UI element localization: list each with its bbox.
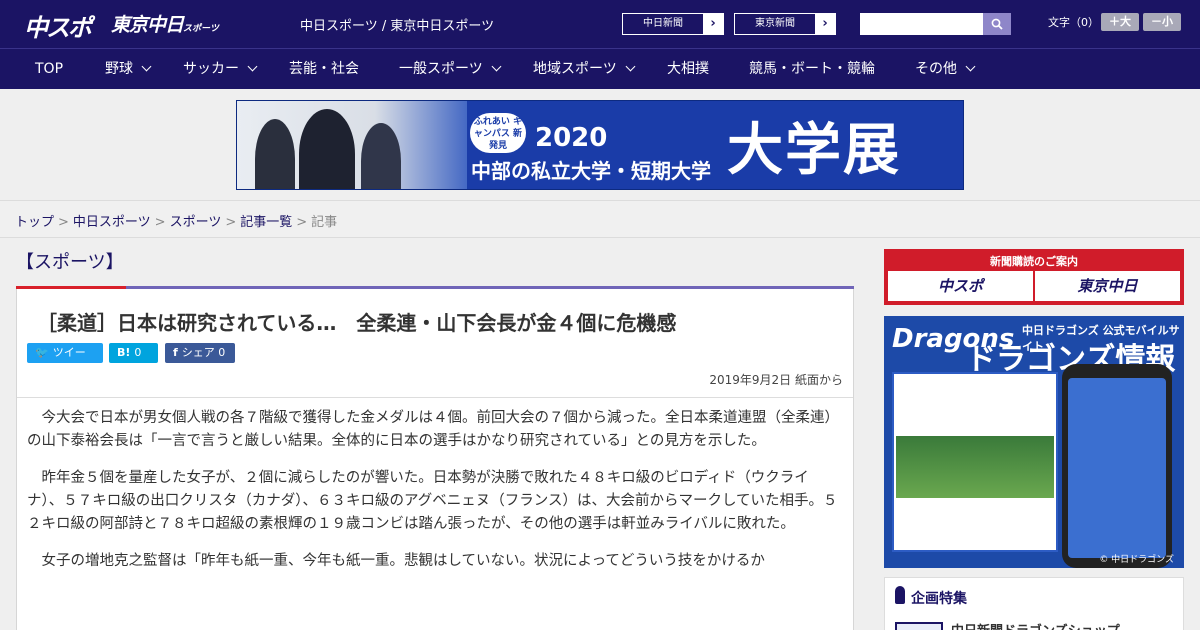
nav-item-sumo[interactable]: 大相撲	[667, 49, 709, 89]
nav-label: 芸能・社会	[289, 61, 359, 77]
nav-item-top[interactable]: TOP	[35, 49, 63, 89]
chevron-down-icon	[141, 61, 152, 72]
breadcrumb-link-top[interactable]: トップ	[15, 215, 54, 230]
banner-person	[255, 119, 295, 189]
tokyo-shimbun-button[interactable]: 東京新聞 ›	[734, 13, 836, 35]
feature-widget: 企画特集 中日新聞ドラゴンズショップ	[884, 577, 1184, 630]
article-dateline: 2019年9月2日 紙面から	[709, 373, 843, 387]
nav-item-baseball[interactable]: 野球	[105, 49, 152, 89]
top-header: 中スポ 東京中日スポーツ 中日スポーツ / 東京中日スポーツ 中日新聞 › 東京…	[0, 0, 1200, 48]
banner-subtitle: 中部の私立大学・短期大学	[471, 159, 711, 183]
nav-label: サッカー	[183, 61, 239, 77]
dragons-info-ad[interactable]: Dragons 中日ドラゴンズ 公式モバイルサイト ドラゴンズ情報 © 中日ドラ…	[884, 316, 1184, 568]
hatena-bookmark-button[interactable]: B! 0	[109, 343, 158, 363]
banner-title: 大学展	[727, 118, 901, 183]
font-larger-button[interactable]: ＋大	[1101, 13, 1139, 31]
breadcrumb-bar: トップ > 中日スポーツ > スポーツ > 記事一覧 > 記事	[0, 200, 1200, 238]
tokyo-logo-text: 東京中日	[111, 14, 184, 36]
subscribe-tokyo-button[interactable]: 東京中日	[1035, 271, 1180, 301]
chevron-down-icon	[625, 61, 636, 72]
chevron-down-icon	[247, 61, 258, 72]
nav-item-racing[interactable]: 競馬・ボート・競輪	[749, 49, 875, 89]
nav-item-entertainment[interactable]: 芸能・社会	[289, 49, 359, 89]
chevron-down-icon	[965, 61, 976, 72]
dragons-copyright: © 中日ドラゴンズ	[1099, 555, 1174, 565]
feature-item-link[interactable]: 中日新聞ドラゴンズショップ	[951, 620, 1120, 630]
nav-label: 地域スポーツ	[533, 61, 617, 77]
article-divider	[17, 397, 853, 398]
banner-photo	[237, 101, 467, 189]
hatena-icon: B!	[117, 346, 131, 359]
nav-item-soccer[interactable]: サッカー	[183, 49, 258, 89]
facebook-label: シェア	[181, 346, 215, 359]
article: ［柔道］日本は研究されている… 全柔連・山下会長が金４個に危機感 🐦 ツイート B…	[16, 289, 854, 630]
search-icon	[991, 18, 1003, 30]
chevron-right-icon: ›	[815, 14, 835, 34]
nav-item-other[interactable]: その他	[915, 49, 976, 89]
breadcrumb-link-sports[interactable]: スポーツ	[170, 215, 222, 230]
subscribe-chuspo-button[interactable]: 中スポ	[888, 271, 1033, 301]
banner-year: 2020	[535, 123, 608, 153]
facebook-count: 0	[218, 346, 226, 359]
article-paragraph: 今大会で日本が男女個人戦の各７階級で獲得した金メダルは４個。前回大会の７個から減…	[27, 410, 839, 449]
nav-item-local-sports[interactable]: 地域スポーツ	[533, 49, 636, 89]
chevron-right-icon: ›	[703, 14, 723, 34]
article-paragraph: 昨年金５個を量産した女子が、２個に減らしたのが響いた。日本勢が決勝で敗れた４８キ…	[27, 470, 838, 532]
nav-label: その他	[915, 61, 957, 77]
breadcrumb-current: 記事	[311, 215, 338, 230]
breadcrumb: トップ > 中日スポーツ > スポーツ > 記事一覧 > 記事	[15, 211, 337, 230]
facebook-share-button[interactable]: f シェア 0	[165, 343, 235, 363]
font-smaller-button[interactable]: －小	[1143, 13, 1181, 31]
breadcrumb-separator: >	[225, 215, 237, 230]
breadcrumb-link-article-list[interactable]: 記事一覧	[240, 215, 292, 230]
chunichi-shimbun-button[interactable]: 中日新聞 ›	[622, 13, 724, 35]
hatena-count: 0	[134, 346, 142, 359]
nav-label: 大相撲	[667, 61, 709, 77]
breadcrumb-separator: >	[296, 215, 308, 230]
dragons-screen-preview	[892, 372, 1058, 552]
tokyo-logo-small: スポーツ	[183, 24, 219, 34]
nav-label: 野球	[105, 61, 133, 77]
phone-graphic	[1062, 364, 1172, 568]
news-button-label: 中日新聞	[643, 18, 683, 29]
breadcrumb-link-chunichi-sports[interactable]: 中日スポーツ	[73, 215, 151, 230]
feature-title: 企画特集	[911, 591, 967, 607]
article-body: 今大会で日本が男女個人戦の各７階級で獲得した金メダルは４個。前回大会の７個から減…	[27, 407, 843, 587]
banner-badge: ふれあい キャンパス 新発見	[470, 113, 526, 153]
subscription-widget: 新聞購読のご案内 中スポ 東京中日	[884, 249, 1184, 305]
feature-thumbnail[interactable]	[895, 622, 943, 630]
university-expo-banner[interactable]: ふれあい キャンパス 新発見 2020 中部の私立大学・短期大学 大学展	[236, 100, 964, 190]
nav-item-general-sports[interactable]: 一般スポーツ	[399, 49, 502, 89]
nav-label: TOP	[35, 61, 64, 77]
banner-person	[299, 109, 355, 189]
search-input[interactable]	[860, 13, 983, 35]
phone-screen	[1068, 378, 1166, 558]
article-headline: ［柔道］日本は研究されている… 全柔連・山下会長が金４個に危機感	[37, 311, 677, 335]
tokyo-chunichi-logo[interactable]: 東京中日スポーツ	[111, 10, 219, 37]
breadcrumb-separator: >	[58, 215, 69, 230]
pin-icon	[895, 586, 905, 604]
facebook-icon: f	[173, 346, 178, 359]
main-nav: TOP 野球 サッカー 芸能・社会 一般スポーツ 地域スポーツ 大相撲 競馬・ボ…	[0, 48, 1200, 89]
baseball-field-graphic	[896, 436, 1054, 498]
chevron-down-icon	[491, 61, 502, 72]
twitter-icon: 🐦	[35, 346, 49, 359]
nav-label: 一般スポーツ	[399, 61, 483, 77]
banner-person	[361, 123, 401, 189]
news-button-label: 東京新聞	[755, 18, 795, 29]
tweet-button[interactable]: 🐦 ツイート	[27, 343, 103, 379]
search-button[interactable]	[983, 13, 1011, 35]
breadcrumb-separator: >	[154, 215, 166, 230]
subscription-heading: 新聞購読のご案内	[990, 255, 1078, 268]
nav-label: 競馬・ボート・競輪	[749, 61, 875, 77]
article-paragraph: 女子の増地克之監督は「昨年も紙一重、今年も紙一重。悲観はしていない。状況によって…	[41, 553, 765, 569]
site-links[interactable]: 中日スポーツ / 東京中日スポーツ	[300, 15, 494, 34]
chuspo-logo[interactable]: 中スポ	[24, 8, 92, 43]
font-size-label: 文字（0）	[1048, 16, 1099, 29]
section-title: 【スポーツ】	[16, 252, 124, 273]
